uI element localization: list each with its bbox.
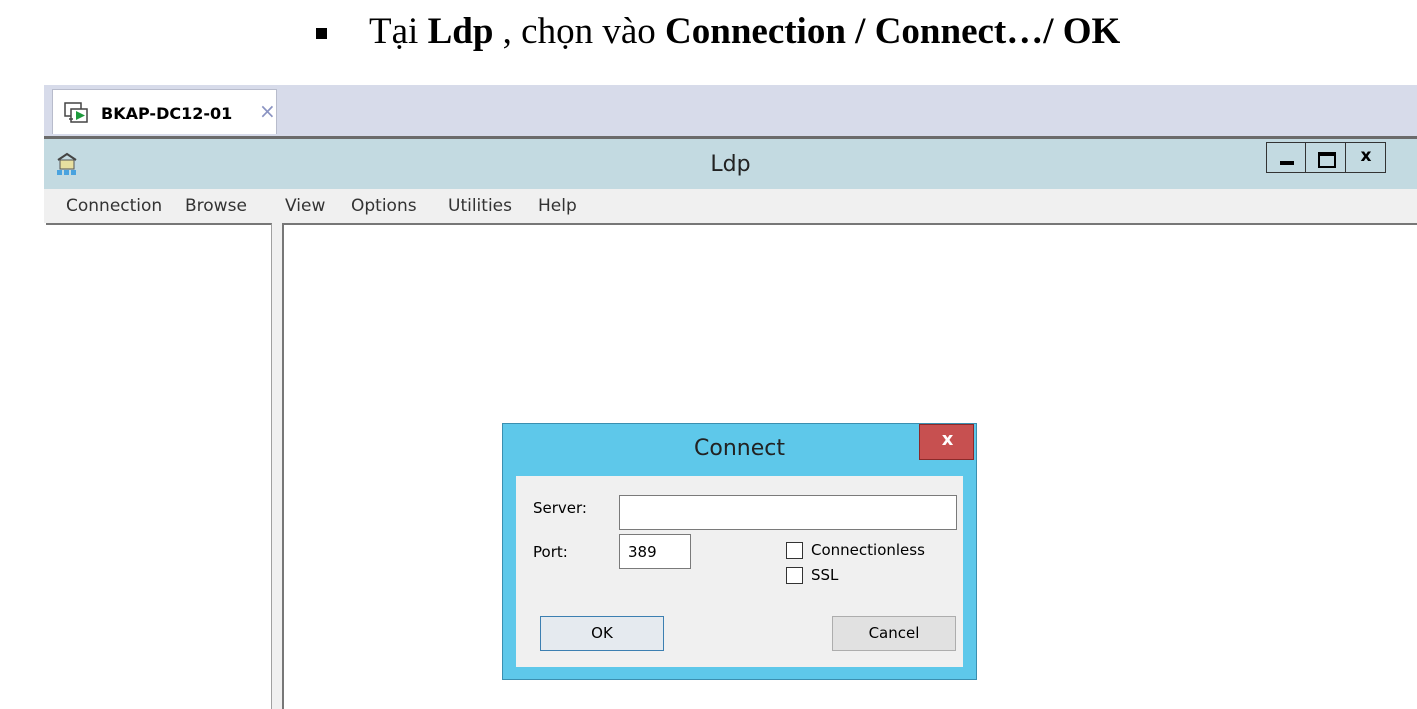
cancel-button[interactable]: Cancel <box>832 616 956 651</box>
menu-bar: Connection Browse View Options Utilities… <box>44 189 1417 223</box>
connect-dialog: Connect x Server: Port: Connectionless S… <box>502 423 977 680</box>
close-icon[interactable]: × <box>259 100 276 122</box>
server-label: Server: <box>533 499 587 517</box>
close-icon: x <box>1360 146 1372 166</box>
ssl-label: SSL <box>811 566 839 584</box>
bullet-marker <box>316 28 327 39</box>
menu-connection[interactable]: Connection <box>66 196 162 216</box>
menu-options[interactable]: Options <box>351 196 417 216</box>
minimize-icon <box>1280 161 1294 165</box>
maximize-button[interactable] <box>1306 142 1346 173</box>
instruction-path: Connection / Connect…/ OK <box>665 11 1121 52</box>
window-title: Ldp <box>710 152 751 177</box>
instruction-prefix: Tại <box>369 11 428 52</box>
menu-view[interactable]: View <box>285 196 325 216</box>
menu-browse[interactable]: Browse <box>185 196 247 216</box>
close-icon: x <box>941 429 954 450</box>
instruction-line: Tại Ldp , chọn vào Connection / Connect…… <box>0 0 1417 80</box>
port-label: Port: <box>533 543 568 561</box>
vm-tab-strip: BKAP-DC12-01 × <box>44 85 1417 136</box>
pane-splitter[interactable] <box>272 223 282 709</box>
vm-tab-label: BKAP-DC12-01 <box>101 104 233 123</box>
server-input[interactable] <box>619 495 957 530</box>
dialog-title: Connect <box>694 436 785 461</box>
close-window-button[interactable]: x <box>1346 142 1386 173</box>
connectionless-checkbox[interactable] <box>786 542 803 559</box>
minimize-button[interactable] <box>1266 142 1306 173</box>
instruction-app: Ldp <box>427 11 494 52</box>
ldp-titlebar[interactable]: Ldp x <box>44 139 1417 189</box>
tree-pane[interactable] <box>46 223 272 709</box>
ok-button[interactable]: OK <box>540 616 664 651</box>
dialog-body: Server: Port: Connectionless SSL OK Canc… <box>516 476 963 667</box>
window-controls: x <box>1266 142 1386 175</box>
menu-utilities[interactable]: Utilities <box>448 196 512 216</box>
connectionless-label: Connectionless <box>811 541 925 559</box>
vm-screenshot: BKAP-DC12-01 × Ldp x Connection Browse V… <box>42 85 1417 709</box>
instruction-text: Tại Ldp , chọn vào Connection / Connect…… <box>369 10 1120 53</box>
dialog-close-button[interactable]: x <box>919 424 974 460</box>
port-input[interactable] <box>619 534 691 569</box>
maximize-icon <box>1318 152 1336 168</box>
vm-tab[interactable]: BKAP-DC12-01 × <box>52 89 277 134</box>
ssl-checkbox[interactable] <box>786 567 803 584</box>
instruction-middle: , chọn vào <box>493 11 666 52</box>
menu-help[interactable]: Help <box>538 196 577 216</box>
remote-computer-icon <box>64 102 88 123</box>
